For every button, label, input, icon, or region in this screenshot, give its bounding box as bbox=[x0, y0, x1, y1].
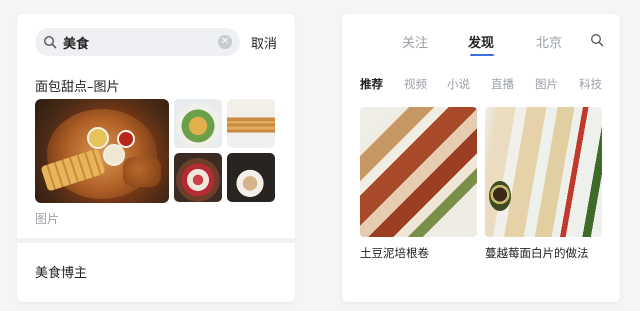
pancake-stack-image[interactable] bbox=[227, 99, 275, 148]
tab-discover[interactable]: 发现 bbox=[468, 32, 494, 51]
feed-item-title[interactable]: 蔓越莓面白片的做法 bbox=[485, 245, 589, 261]
category-pictures[interactable]: 图片 bbox=[535, 76, 558, 92]
food-blogger-link[interactable]: 美食博主 bbox=[35, 262, 87, 281]
coffee-cup-image[interactable] bbox=[227, 153, 275, 202]
top-tabs: 关注 发现 北京 bbox=[342, 32, 620, 62]
feed-image-bacon-rolls[interactable] bbox=[360, 107, 477, 237]
feed-image-cranberry-bread[interactable] bbox=[485, 107, 602, 237]
tab-follow[interactable]: 关注 bbox=[402, 32, 428, 51]
category-tabs: 推荐 视频 小说 直播 图片 科技 bbox=[342, 76, 620, 96]
search-icon[interactable] bbox=[590, 33, 604, 47]
search-results-card: 美食 ✕ 取消 面包甜点–图片 图片 美食博主 bbox=[17, 14, 295, 302]
tab-beijing[interactable]: 北京 bbox=[536, 32, 562, 51]
clear-icon[interactable]: ✕ bbox=[218, 35, 232, 49]
search-query-text: 美食 bbox=[63, 37, 90, 52]
search-row: 美食 ✕ 取消 bbox=[35, 28, 285, 56]
fried-food-platter-image[interactable] bbox=[35, 99, 169, 203]
images-caption: 图片 bbox=[35, 212, 60, 226]
search-input[interactable]: 美食 ✕ bbox=[35, 28, 240, 56]
category-recommend[interactable]: 推荐 bbox=[360, 76, 383, 92]
section-title: 面包甜点–图片 bbox=[35, 80, 120, 95]
fruit-bowl-image[interactable] bbox=[174, 153, 222, 202]
feed-item-title[interactable]: 土豆泥培根卷 bbox=[360, 245, 429, 261]
category-novel[interactable]: 小说 bbox=[447, 76, 470, 92]
discover-feed-card: 关注 发现 北京 推荐 视频 小说 直播 图片 科技 土豆泥培根卷 蔓越莓面白片… bbox=[342, 14, 620, 302]
salad-bowl-image[interactable] bbox=[174, 99, 222, 148]
section-divider bbox=[17, 238, 295, 243]
cancel-button[interactable]: 取消 bbox=[251, 33, 277, 52]
category-live[interactable]: 直播 bbox=[491, 76, 514, 92]
active-tab-indicator bbox=[470, 54, 494, 56]
category-tech[interactable]: 科技 bbox=[579, 76, 602, 92]
search-icon bbox=[43, 35, 57, 49]
category-video[interactable]: 视频 bbox=[404, 76, 427, 92]
